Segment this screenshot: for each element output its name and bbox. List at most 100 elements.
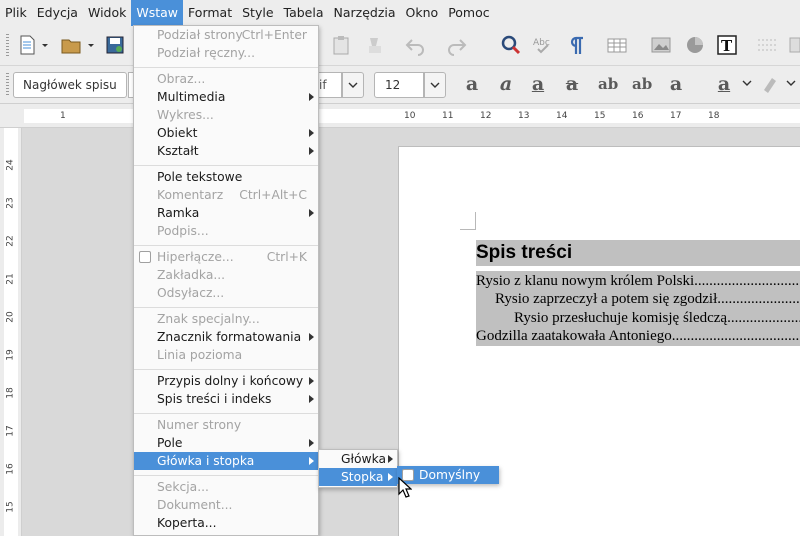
chevron-down-icon[interactable] bbox=[742, 78, 752, 88]
menu-item-text-box[interactable]: Pole tekstowe bbox=[134, 168, 318, 186]
menu-separator bbox=[134, 165, 318, 166]
horizontal-ruler[interactable]: 1 1 10 11 12 13 14 15 16 17 18 bbox=[0, 104, 800, 128]
ruler-tick: 17 bbox=[670, 111, 682, 121]
submenu-arrow-icon bbox=[309, 395, 314, 403]
font-size-dropdown[interactable] bbox=[424, 72, 446, 98]
superscript-icon[interactable]: ab bbox=[598, 73, 618, 95]
menu-edit[interactable]: Edycja bbox=[32, 0, 83, 26]
standard-toolbar: Abc T bbox=[0, 26, 800, 66]
text-boundary-mark bbox=[475, 212, 476, 230]
shadow-icon[interactable]: a bbox=[666, 73, 686, 95]
menu-item-comment[interactable]: Komentarz Ctrl+Alt+C bbox=[134, 186, 318, 204]
subscript-icon[interactable]: ab bbox=[632, 73, 652, 95]
font-name-dropdown[interactable] bbox=[342, 72, 364, 98]
menu-help[interactable]: Pomoc bbox=[443, 0, 494, 26]
ruler-track bbox=[4, 128, 18, 536]
menu-format[interactable]: Format bbox=[183, 0, 237, 26]
chevron-down-icon bbox=[348, 82, 358, 88]
chevron-down-icon[interactable] bbox=[786, 78, 796, 88]
underline-icon[interactable]: a bbox=[528, 73, 548, 95]
menu-item-horizontal-line[interactable]: Linia pozioma bbox=[134, 346, 318, 364]
menu-window[interactable]: Okno bbox=[401, 0, 444, 26]
insert-page-break-icon[interactable] bbox=[756, 34, 778, 56]
insert-text-box-icon[interactable]: T bbox=[716, 34, 738, 56]
menu-item-section[interactable]: Sekcja... bbox=[134, 478, 318, 496]
menu-item-shape[interactable]: Kształt bbox=[134, 142, 318, 160]
toc-entry[interactable]: Rysio z klanu nowym królem Polski.......… bbox=[476, 272, 800, 290]
font-color-icon[interactable]: a bbox=[714, 73, 734, 95]
menu-item-default-page-style[interactable]: Domyślny bbox=[397, 466, 499, 484]
menu-view[interactable]: Widok bbox=[83, 0, 131, 26]
menu-separator bbox=[134, 67, 318, 68]
chevron-down-icon bbox=[430, 82, 440, 88]
menu-item-field[interactable]: Pole bbox=[134, 434, 318, 452]
italic-icon[interactable]: a bbox=[496, 73, 516, 95]
menu-item-image[interactable]: Obraz... bbox=[134, 70, 318, 88]
find-replace-icon[interactable] bbox=[500, 34, 522, 56]
menu-item-envelope[interactable]: Koperta... bbox=[134, 514, 318, 532]
toc-title[interactable]: Spis treści bbox=[476, 240, 800, 266]
insert-field-icon[interactable] bbox=[788, 34, 800, 56]
redo-icon[interactable] bbox=[446, 34, 468, 56]
menu-item-document[interactable]: Dokument... bbox=[134, 496, 318, 514]
ruler-tick: 24 bbox=[5, 159, 16, 171]
menu-item-footer[interactable]: Stopka bbox=[319, 468, 397, 486]
menu-item-object[interactable]: Obiekt bbox=[134, 124, 318, 142]
menu-tools[interactable]: Narzędzia bbox=[329, 0, 401, 26]
paragraph-style-combo[interactable]: Nagłówek spisu bbox=[13, 72, 127, 98]
undo-icon[interactable] bbox=[404, 34, 426, 56]
chevron-down-icon[interactable] bbox=[86, 34, 96, 56]
font-size-combo[interactable]: 12 bbox=[374, 72, 424, 98]
menu-item-page-break[interactable]: Podział strony Ctrl+Enter bbox=[134, 26, 318, 44]
menu-item-cross-reference[interactable]: Odsyłacz... bbox=[134, 284, 318, 302]
menu-item-formatting-mark[interactable]: Znacznik formatowania bbox=[134, 328, 318, 346]
menu-item-special-character[interactable]: Znak specjalny... bbox=[134, 310, 318, 328]
insert-chart-icon[interactable] bbox=[684, 34, 706, 56]
formatting-marks-icon[interactable] bbox=[566, 34, 588, 56]
ruler-tick: 17 bbox=[5, 425, 16, 437]
menu-item-header-footer[interactable]: Główka i stopka bbox=[134, 452, 318, 470]
svg-text:T: T bbox=[721, 37, 733, 55]
chevron-down-icon[interactable] bbox=[40, 34, 50, 56]
new-document-icon[interactable] bbox=[16, 34, 38, 56]
menu-styles[interactable]: Style bbox=[237, 0, 278, 26]
menu-item-bookmark[interactable]: Zakładka... bbox=[134, 266, 318, 284]
menubar: Plik Edycja Widok Wstaw Format Style Tab… bbox=[0, 0, 800, 26]
menu-insert[interactable]: Wstaw bbox=[131, 0, 184, 26]
menu-separator bbox=[134, 307, 318, 308]
menu-item-page-number[interactable]: Numer strony bbox=[134, 416, 318, 434]
strikethrough-icon[interactable]: a bbox=[562, 73, 582, 95]
ruler-tick: 13 bbox=[518, 111, 530, 121]
menu-item-frame[interactable]: Ramka bbox=[134, 204, 318, 222]
highlight-icon[interactable] bbox=[760, 74, 780, 94]
save-icon[interactable] bbox=[104, 34, 126, 56]
toc-entry[interactable]: Rysio zaprzeczył a potem się zgodził....… bbox=[495, 290, 800, 308]
menu-table[interactable]: Tabela bbox=[279, 0, 329, 26]
menu-item-manual-break[interactable]: Podział ręczny... bbox=[134, 44, 318, 62]
insert-image-icon[interactable] bbox=[650, 34, 672, 56]
menu-file[interactable]: Plik bbox=[0, 0, 32, 26]
toc-entry[interactable]: Rysio przesłuchuje komisję śledczą......… bbox=[514, 309, 800, 327]
vertical-ruler[interactable]: 24 23 22 21 20 19 18 17 16 15 bbox=[0, 128, 22, 536]
toc-entry[interactable]: Godzilla zaatakowała Antoniego..........… bbox=[476, 327, 800, 345]
clone-formatting-icon[interactable] bbox=[364, 34, 386, 56]
menu-item-footnote-endnote[interactable]: Przypis dolny i końcowy bbox=[134, 372, 318, 390]
submenu-arrow-icon bbox=[388, 473, 393, 481]
submenu-arrow-icon bbox=[388, 455, 393, 463]
header-footer-submenu: Główka Stopka bbox=[318, 449, 398, 488]
menu-item-caption[interactable]: Podpis... bbox=[134, 222, 318, 240]
menu-item-hyperlink[interactable]: Hiperłącze... Ctrl+K bbox=[134, 248, 318, 266]
toolbar-grip[interactable] bbox=[6, 73, 9, 97]
bold-icon[interactable]: a bbox=[462, 73, 482, 95]
ruler-tick: 18 bbox=[708, 111, 720, 121]
insert-table-icon[interactable] bbox=[606, 34, 628, 56]
menu-item-chart[interactable]: Wykres... bbox=[134, 106, 318, 124]
toolbar-grip[interactable] bbox=[6, 34, 9, 58]
ruler-tick: 15 bbox=[594, 111, 606, 121]
paste-icon[interactable] bbox=[330, 34, 352, 56]
menu-item-toc-index[interactable]: Spis treści i indeks bbox=[134, 390, 318, 408]
menu-item-header[interactable]: Główka bbox=[319, 450, 397, 468]
menu-item-multimedia[interactable]: Multimedia bbox=[134, 88, 318, 106]
open-folder-icon[interactable] bbox=[60, 34, 82, 56]
spelling-icon[interactable]: Abc bbox=[532, 34, 554, 56]
